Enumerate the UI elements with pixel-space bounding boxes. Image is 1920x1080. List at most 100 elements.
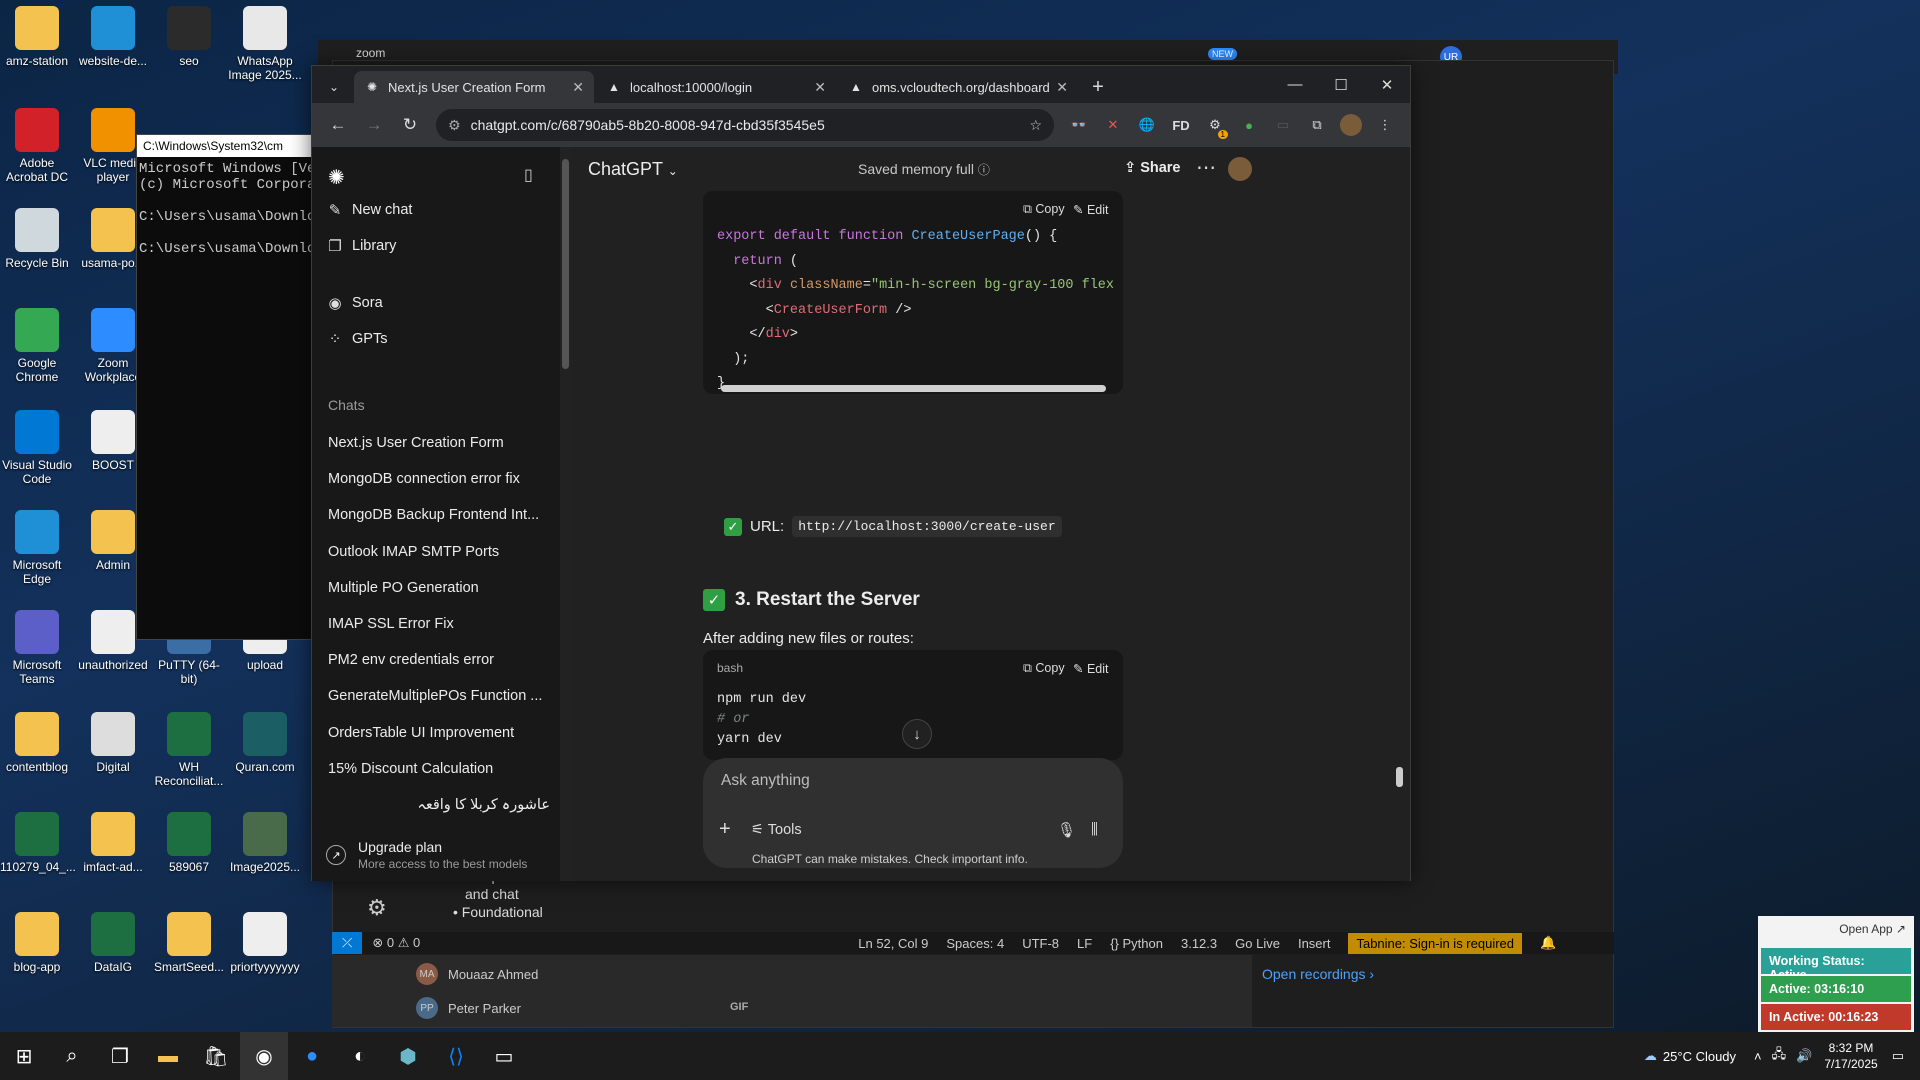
- edit-button[interactable]: ✎ Edit: [1073, 202, 1109, 217]
- extensions-puzzle-icon[interactable]: ⧉: [1300, 109, 1334, 141]
- desktop-icon[interactable]: amz-station: [0, 6, 74, 68]
- openai-logo-icon[interactable]: ✺: [328, 165, 345, 190]
- chat-history-item[interactable]: Outlook IMAP SMTP Ports: [328, 534, 550, 570]
- browser-tab[interactable]: ▲ localhost:10000/login ✕: [596, 71, 836, 103]
- memory-status[interactable]: Saved memory full ⓘ: [858, 161, 990, 178]
- settings-gear-icon[interactable]: ⚙: [367, 895, 387, 921]
- task-view-icon[interactable]: ❐: [96, 1032, 144, 1080]
- site-info-icon[interactable]: ⚙: [448, 117, 461, 134]
- volume-icon[interactable]: 🔊: [1796, 1048, 1812, 1064]
- tools-button[interactable]: ⚟ Tools: [751, 822, 802, 838]
- desktop-icon[interactable]: Google Chrome: [0, 308, 74, 384]
- chat-history-item[interactable]: Multiple PO Generation: [328, 570, 550, 606]
- extension-badge-icon[interactable]: ⚙ 1: [1198, 109, 1232, 141]
- bookmark-star-icon[interactable]: ☆: [1029, 117, 1042, 134]
- teams-user-row[interactable]: PP Peter Parker: [416, 997, 521, 1019]
- problems-count[interactable]: ⊗ 0 ⚠ 0: [372, 935, 420, 951]
- desktop-icon[interactable]: WH Reconciliat...: [152, 712, 226, 788]
- desktop-icon[interactable]: seo: [152, 6, 226, 68]
- teams-user-row[interactable]: MA Mouaaz Ahmed: [416, 963, 538, 985]
- desktop-icon[interactable]: Microsoft Edge: [0, 510, 74, 586]
- back-arrow-icon[interactable]: ←: [320, 109, 356, 141]
- desktop-icon[interactable]: 589067: [152, 812, 226, 874]
- notifications-bell-icon[interactable]: 🔔: [1540, 935, 1556, 951]
- forward-arrow-icon[interactable]: →: [356, 109, 392, 141]
- search-icon[interactable]: ⌕: [48, 1032, 96, 1080]
- notification-icon[interactable]: ▭: [1892, 1048, 1904, 1064]
- sora-button[interactable]: ◉ Sora: [326, 294, 382, 312]
- desktop-icon[interactable]: Microsoft Teams: [0, 610, 74, 686]
- gif-button[interactable]: GIF: [730, 1001, 748, 1013]
- more-options-icon[interactable]: ⋯: [1196, 155, 1216, 180]
- desktop-icon[interactable]: Adobe Acrobat DC: [0, 108, 74, 184]
- sidebar-scrollbar[interactable]: [560, 147, 572, 881]
- desktop-icon[interactable]: imfact-ad...: [76, 812, 150, 874]
- chat-history-item[interactable]: MongoDB connection error fix: [328, 461, 550, 497]
- copy-button[interactable]: ⧉ Copy: [1023, 661, 1065, 676]
- main-scrollbar[interactable]: [1392, 191, 1406, 881]
- desktop-icon[interactable]: website-de...: [76, 6, 150, 68]
- copy-button[interactable]: ⧉ Copy: [1023, 202, 1065, 217]
- browser-tab[interactable]: ▲ oms.vcloudtech.org/dashboard ✕: [838, 71, 1078, 103]
- chrome-menu-icon[interactable]: ⋮: [1368, 109, 1402, 141]
- teams-taskbar-icon[interactable]: ⬢: [384, 1032, 432, 1080]
- extension-green-icon[interactable]: ●: [1232, 109, 1266, 141]
- desktop-icon[interactable]: Image2025...: [228, 812, 302, 874]
- chat-history-item[interactable]: PM2 env credentials error: [328, 642, 550, 678]
- extension-globe-icon[interactable]: 🌐: [1130, 109, 1164, 141]
- file-explorer-icon[interactable]: ▬: [144, 1032, 192, 1080]
- windows-start-icon[interactable]: ⊞: [0, 1032, 48, 1080]
- clock[interactable]: 8:32 PM 7/17/2025: [1824, 1040, 1877, 1072]
- close-button[interactable]: ✕: [1364, 66, 1410, 103]
- plus-icon[interactable]: +: [719, 818, 731, 841]
- extension-x-icon[interactable]: ✕: [1096, 109, 1130, 141]
- new-chat-button[interactable]: ✎ New chat: [326, 201, 413, 219]
- app-taskbar-icon[interactable]: ◐: [336, 1032, 384, 1080]
- indent-setting[interactable]: Spaces: 4: [946, 936, 1004, 951]
- store-icon[interactable]: 🛍: [192, 1032, 240, 1080]
- terminal-taskbar-icon[interactable]: ▭: [480, 1032, 528, 1080]
- new-tab-button[interactable]: +: [1080, 71, 1116, 103]
- desktop-icon[interactable]: WhatsApp Image 2025...: [228, 6, 302, 82]
- desktop-icon[interactable]: Visual Studio Code: [0, 410, 74, 486]
- weather-icon[interactable]: ☁: [1644, 1048, 1657, 1064]
- horizontal-scrollbar[interactable]: [717, 382, 1117, 394]
- tabnine-status[interactable]: Tabnine: Sign-in is required: [1348, 932, 1523, 954]
- desktop-icon[interactable]: Recycle Bin: [0, 208, 74, 270]
- open-recordings-link[interactable]: Open recordings ›: [1262, 966, 1374, 982]
- minimize-button[interactable]: —: [1272, 66, 1318, 103]
- sidebar-toggle-icon[interactable]: ▯: [524, 165, 533, 185]
- desktop-icon[interactable]: contentblog: [0, 712, 74, 774]
- chat-history-item[interactable]: 15% Discount Calculation: [328, 751, 550, 787]
- microphone-icon[interactable]: 🎙: [1057, 821, 1076, 839]
- go-live-button[interactable]: Go Live: [1235, 936, 1280, 951]
- library-button[interactable]: ❐ Library: [326, 237, 396, 255]
- network-icon[interactable]: 🖧: [1772, 1045, 1787, 1067]
- avatar[interactable]: [1228, 157, 1252, 181]
- extension-glasses-icon[interactable]: 👓: [1062, 109, 1096, 141]
- close-icon[interactable]: ✕: [814, 79, 826, 96]
- browser-tab[interactable]: ✺ Next.js User Creation Form ✕: [354, 71, 594, 103]
- chrome-taskbar-icon[interactable]: ◉: [240, 1032, 288, 1080]
- scroll-down-arrow-icon[interactable]: ↓: [902, 719, 932, 749]
- chat-history-item[interactable]: OrdersTable UI Improvement: [328, 715, 550, 751]
- extension-grey-icon[interactable]: ▭: [1266, 109, 1300, 141]
- encoding[interactable]: UTF-8: [1022, 936, 1059, 951]
- desktop-icon[interactable]: DataIG: [76, 912, 150, 974]
- desktop-icon[interactable]: SmartSeed...: [152, 912, 226, 974]
- chat-history-item[interactable]: MongoDB Backup Frontend Int...: [328, 497, 550, 533]
- desktop-icon[interactable]: 110279_04_...: [0, 812, 76, 874]
- prompt-input[interactable]: Ask anything: [721, 772, 810, 790]
- close-icon[interactable]: ✕: [572, 79, 584, 96]
- gpts-button[interactable]: ⁘ GPTs: [326, 330, 388, 348]
- desktop-icon[interactable]: priortyyyyyyy: [228, 912, 302, 974]
- close-icon[interactable]: ✕: [1056, 79, 1068, 96]
- upgrade-plan-button[interactable]: ↗ Upgrade plan More access to the best m…: [326, 829, 556, 881]
- open-app-link[interactable]: Open App ↗: [1839, 922, 1906, 936]
- vscode-taskbar-icon[interactable]: ⟨⟩: [432, 1032, 480, 1080]
- profile-avatar[interactable]: [1334, 109, 1368, 141]
- desktop-icon[interactable]: Digital: [76, 712, 150, 774]
- chat-history-item[interactable]: عاشورہ کربلا کا واقعہ: [328, 787, 550, 823]
- cursor-position[interactable]: Ln 52, Col 9: [858, 936, 928, 951]
- reload-icon[interactable]: ↻: [392, 109, 428, 141]
